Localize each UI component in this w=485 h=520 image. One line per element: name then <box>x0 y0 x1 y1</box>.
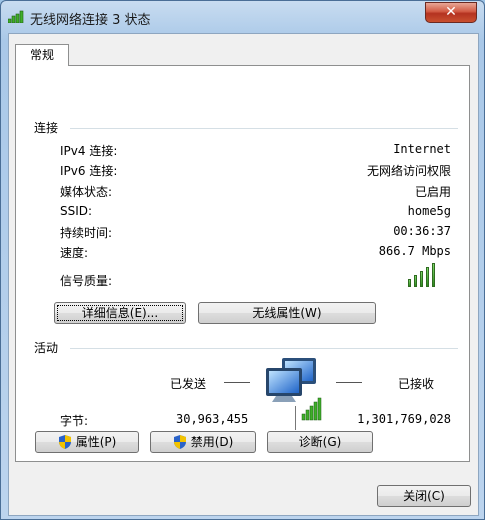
title-bar[interactable]: 无线网络连接 3 状态 ✕ <box>1 1 484 33</box>
ssid-value: home5g <box>407 204 451 218</box>
ipv6-label: IPv6 连接: <box>60 164 118 178</box>
bytes-sent-value: 30,963,455 <box>176 412 249 426</box>
diagnose-button[interactable]: 诊断(G) <box>267 431 373 453</box>
wireless-signal-icon <box>8 10 24 23</box>
general-panel: 连接 IPv4 连接: Internet IPv6 连接: 无网络访问权限 媒体… <box>15 65 470 462</box>
received-line <box>336 382 362 383</box>
ssid-label: SSID: <box>60 204 93 218</box>
disable-button[interactable]: 禁用(D) <box>150 431 256 453</box>
network-computers-icon <box>266 358 322 430</box>
duration-label: 持续时间: <box>60 226 113 240</box>
speed-label: 速度: <box>60 246 89 260</box>
close-window-button[interactable]: ✕ <box>425 2 477 23</box>
ipv4-value: Internet <box>393 142 451 156</box>
signal-bar <box>414 275 417 287</box>
signal-bar <box>432 263 435 287</box>
details-button[interactable]: 详细信息(E)... <box>54 302 186 324</box>
media-state-label: 媒体状态: <box>60 185 113 199</box>
speed-value: 866.7 Mbps <box>378 244 451 258</box>
uac-shield-icon <box>173 435 186 449</box>
window-title: 无线网络连接 3 状态 <box>30 13 151 28</box>
media-state-value: 已启用 <box>414 185 451 199</box>
close-icon: ✕ <box>445 4 457 20</box>
dialog-client: 常规 连接 IPv4 连接: Internet IPv6 连接: 无网络访问权限… <box>8 33 479 516</box>
signal-strength-icon <box>408 263 440 287</box>
signal-bar <box>420 271 423 287</box>
received-label: 已接收 <box>398 377 435 391</box>
duration-value: 00:36:37 <box>393 224 451 238</box>
close-button[interactable]: 关闭(C) <box>377 485 471 507</box>
signal-bar <box>426 267 429 287</box>
properties-button-label: 属性(P) <box>75 435 117 449</box>
ipv4-label: IPv4 连接: <box>60 144 118 158</box>
activity-section-label: 活动 <box>34 341 59 355</box>
connection-section-label: 连接 <box>34 121 59 135</box>
tab-general[interactable]: 常规 <box>15 44 69 66</box>
connection-divider <box>70 128 458 129</box>
status-window: 无线网络连接 3 状态 ✕ 常规 连接 IPv4 连接: Internet IP… <box>0 0 485 520</box>
sent-label: 已发送 <box>170 377 207 391</box>
bytes-received-value: 1,301,769,028 <box>357 412 451 426</box>
properties-button[interactable]: 属性(P) <box>35 431 139 453</box>
sent-line <box>224 382 250 383</box>
activity-divider <box>70 348 458 349</box>
uac-shield-icon <box>58 435 71 449</box>
disable-button-label: 禁用(D) <box>190 435 234 449</box>
signal-quality-label: 信号质量: <box>60 274 113 288</box>
signal-bar <box>408 279 411 287</box>
bytes-label: 字节: <box>60 414 89 428</box>
ipv6-value: 无网络访问权限 <box>366 164 451 178</box>
wireless-properties-button[interactable]: 无线属性(W) <box>198 302 376 324</box>
